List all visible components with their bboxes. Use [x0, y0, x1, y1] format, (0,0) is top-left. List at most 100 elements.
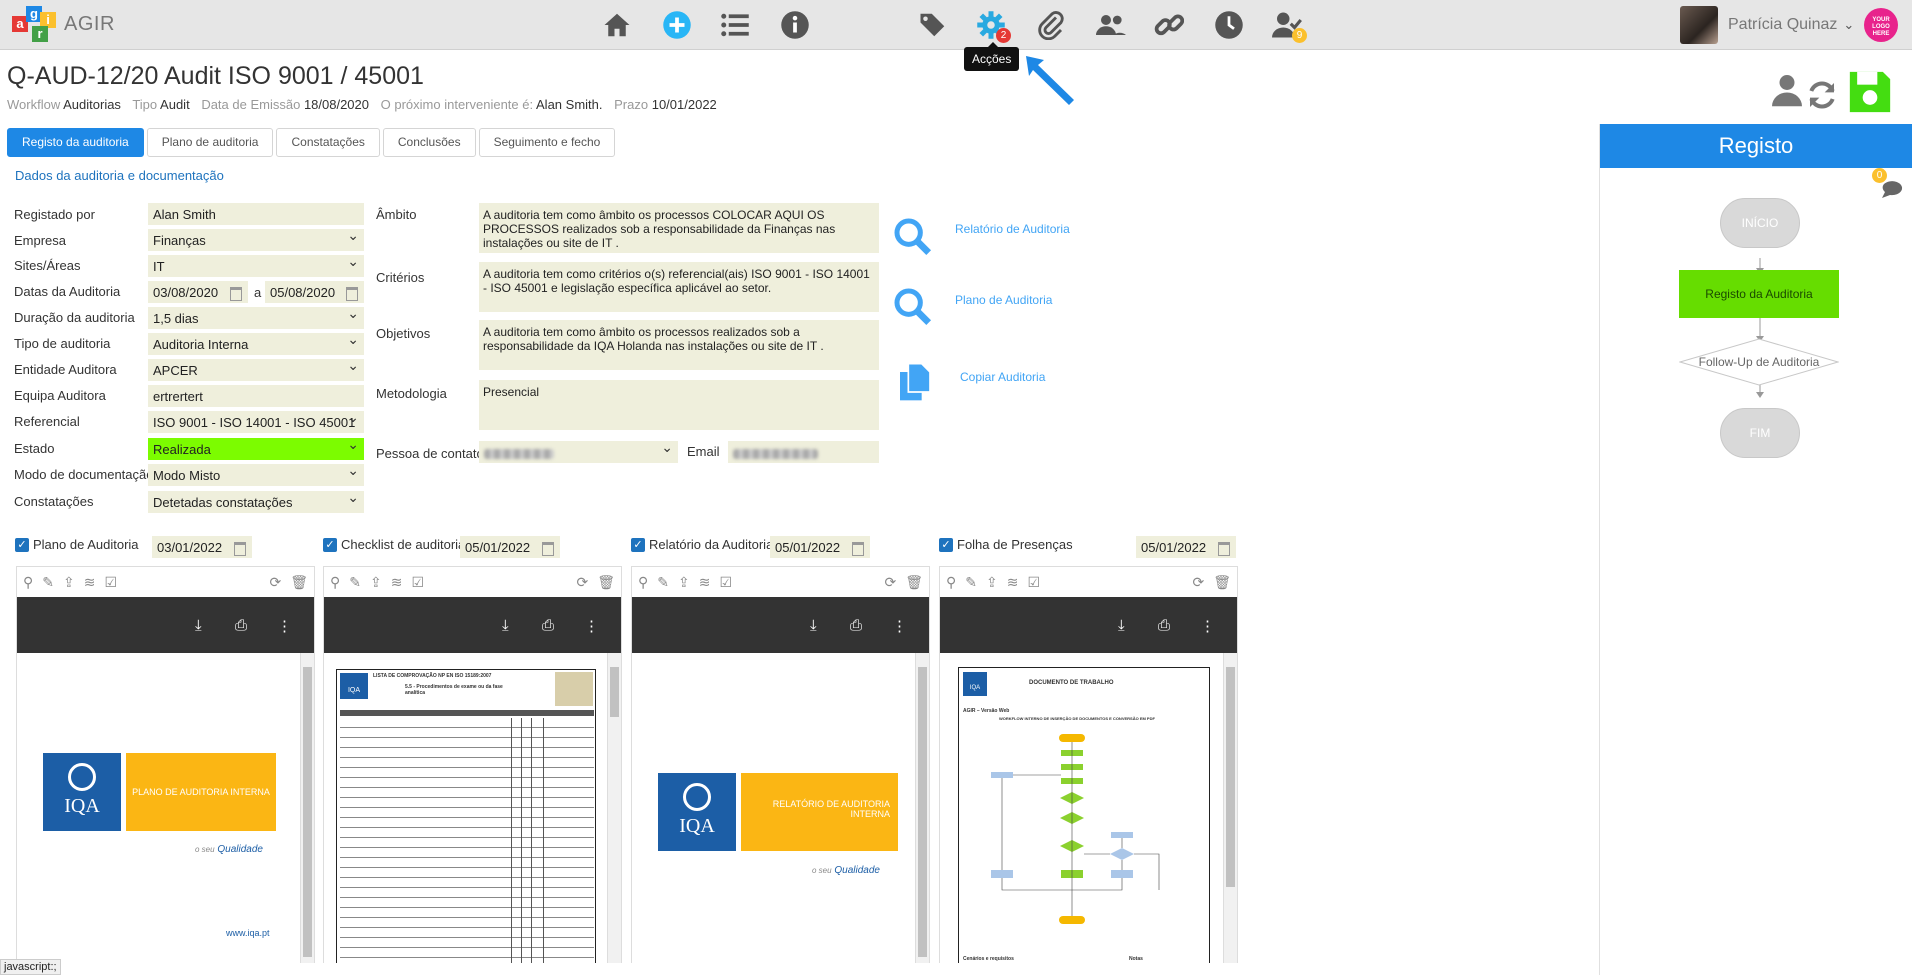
refresh-icon[interactable]: ⟳ — [1192, 574, 1204, 591]
sites-select[interactable]: IT — [148, 255, 364, 277]
upload-icon[interactable]: ⇪ — [678, 574, 690, 591]
trash-icon[interactable]: 🗑 — [597, 574, 615, 591]
tab-registo[interactable]: Registo da auditoria — [7, 128, 144, 157]
scrollbar[interactable] — [1223, 653, 1237, 963]
scrollbar[interactable] — [300, 653, 314, 963]
workflow-step-followup[interactable]: Follow-Up de Auditoria — [1679, 338, 1839, 386]
user-check-icon[interactable]: 9 — [1270, 8, 1307, 43]
save-icon[interactable] — [1848, 70, 1892, 114]
upload-icon[interactable]: ⇪ — [986, 574, 998, 591]
copy-icon[interactable] — [895, 362, 935, 402]
tab-conclusoes[interactable]: Conclusões — [382, 128, 476, 157]
layers-icon[interactable]: ≋ — [84, 574, 96, 591]
info-icon[interactable] — [778, 8, 812, 42]
more-icon[interactable]: ⋮ — [1200, 617, 1215, 635]
date-from-field[interactable]: 03/08/2020 — [148, 281, 248, 303]
tags-icon[interactable] — [916, 8, 950, 42]
document-date-field[interactable]: 03/01/2022 — [152, 536, 252, 558]
users-icon[interactable] — [1094, 8, 1128, 42]
download-icon[interactable]: ⤓ — [1118, 617, 1125, 634]
entidade-select[interactable]: APCER — [148, 359, 364, 381]
link-icon[interactable] — [1152, 8, 1186, 42]
upload-icon[interactable]: ⇪ — [370, 574, 382, 591]
objetivos-textarea[interactable]: A auditoria tem como âmbito os processos… — [479, 320, 879, 370]
workflow-step-start[interactable]: INÍCIO — [1720, 198, 1800, 248]
duracao-select[interactable]: 1,5 dias — [148, 307, 364, 329]
workflow-step-end[interactable]: FIM — [1720, 408, 1800, 458]
download-icon[interactable]: ⤓ — [810, 617, 817, 634]
edit-icon[interactable]: ☑ — [104, 574, 117, 591]
user-icon[interactable] — [1772, 70, 1802, 110]
search-icon[interactable]: ⚲ — [23, 574, 33, 591]
criterios-textarea[interactable]: A auditoria tem como critérios o(s) refe… — [479, 262, 879, 312]
search-icon[interactable] — [892, 286, 932, 326]
registado-por-field[interactable]: Alan Smith — [148, 203, 364, 225]
more-icon[interactable]: ⋮ — [892, 617, 907, 635]
more-icon[interactable]: ⋮ — [277, 617, 292, 635]
document-date-field[interactable]: 05/01/2022 — [770, 536, 870, 558]
search-icon[interactable] — [892, 216, 932, 256]
print-icon[interactable]: ⎙ — [235, 617, 247, 634]
equipa-field[interactable]: ertrertert — [148, 385, 364, 407]
tipo-select[interactable]: Auditoria Interna — [148, 333, 364, 355]
pencil-icon[interactable]: ✎ — [965, 574, 977, 591]
document-date-field[interactable]: 05/01/2022 — [1136, 536, 1236, 558]
email-field[interactable] — [728, 441, 879, 463]
tab-plano[interactable]: Plano de auditoria — [146, 128, 274, 157]
tab-constatacoes[interactable]: Constatações — [276, 128, 380, 157]
search-icon[interactable]: ⚲ — [638, 574, 648, 591]
refresh-icon[interactable]: ⟳ — [884, 574, 896, 591]
trash-icon[interactable]: 🗑 — [290, 574, 308, 591]
edit-icon[interactable]: ☑ — [411, 574, 424, 591]
add-icon[interactable] — [660, 8, 694, 42]
clock-icon[interactable] — [1212, 8, 1246, 42]
refresh-icon[interactable]: ⟳ — [269, 574, 281, 591]
copiar-auditoria-link[interactable]: Copiar Auditoria — [960, 370, 1045, 384]
search-icon[interactable]: ⚲ — [946, 574, 956, 591]
edit-icon[interactable]: ☑ — [1027, 574, 1040, 591]
download-icon[interactable]: ⤓ — [502, 617, 509, 634]
scrollbar[interactable] — [607, 653, 621, 963]
print-icon[interactable]: ⎙ — [1158, 617, 1170, 634]
refresh-icon[interactable]: ⟳ — [576, 574, 588, 591]
layers-icon[interactable]: ≋ — [391, 574, 403, 591]
modo-select[interactable]: Modo Misto — [148, 464, 364, 486]
document-date-field[interactable]: 05/01/2022 — [460, 536, 560, 558]
pencil-icon[interactable]: ✎ — [42, 574, 54, 591]
pencil-icon[interactable]: ✎ — [349, 574, 361, 591]
trash-icon[interactable]: 🗑 — [905, 574, 923, 591]
ambito-textarea[interactable]: A auditoria tem como âmbito os processos… — [479, 203, 879, 253]
constatacoes-select[interactable]: Detetadas constatações — [148, 491, 364, 513]
scrollbar[interactable] — [915, 653, 929, 963]
pencil-icon[interactable]: ✎ — [657, 574, 669, 591]
home-icon[interactable] — [600, 8, 634, 42]
document-checkbox[interactable]: ✓ — [15, 537, 29, 552]
search-icon[interactable]: ⚲ — [330, 574, 340, 591]
section-link[interactable]: Dados da auditoria e documentação — [15, 168, 224, 183]
document-checkbox[interactable]: ✓ — [323, 537, 337, 552]
empresa-select[interactable]: Finanças — [148, 229, 364, 251]
download-icon[interactable]: ⤓ — [195, 617, 202, 634]
list-icon[interactable] — [718, 8, 752, 42]
plano-auditoria-link[interactable]: Plano de Auditoria — [955, 293, 1052, 307]
layers-icon[interactable]: ≋ — [1007, 574, 1019, 591]
estado-select[interactable]: Realizada — [148, 438, 364, 460]
edit-icon[interactable]: ☑ — [719, 574, 732, 591]
tab-seguimento[interactable]: Seguimento e fecho — [478, 128, 616, 157]
app-logo[interactable]: a g i r — [12, 6, 56, 44]
metodologia-textarea[interactable]: Presencial — [479, 380, 879, 430]
document-checkbox[interactable]: ✓ — [631, 537, 645, 552]
print-icon[interactable]: ⎙ — [850, 617, 862, 634]
gear-icon[interactable]: 2 — [974, 8, 1011, 43]
upload-icon[interactable]: ⇪ — [63, 574, 75, 591]
more-icon[interactable]: ⋮ — [584, 617, 599, 635]
document-checkbox[interactable]: ✓ — [939, 537, 953, 552]
workflow-step-registo[interactable]: Registo da Auditoria — [1679, 270, 1839, 318]
refresh-icon[interactable] — [1806, 78, 1838, 112]
paperclip-icon[interactable] — [1034, 8, 1068, 42]
referencial-select[interactable]: ISO 9001 - ISO 14001 - ISO 45001 — [148, 411, 364, 433]
layers-icon[interactable]: ≋ — [699, 574, 711, 591]
relatorio-auditoria-link[interactable]: Relatório de Auditoria — [955, 222, 1070, 236]
date-to-field[interactable]: 05/08/2020 — [265, 281, 364, 303]
pessoa-contato-select[interactable] — [479, 441, 678, 463]
